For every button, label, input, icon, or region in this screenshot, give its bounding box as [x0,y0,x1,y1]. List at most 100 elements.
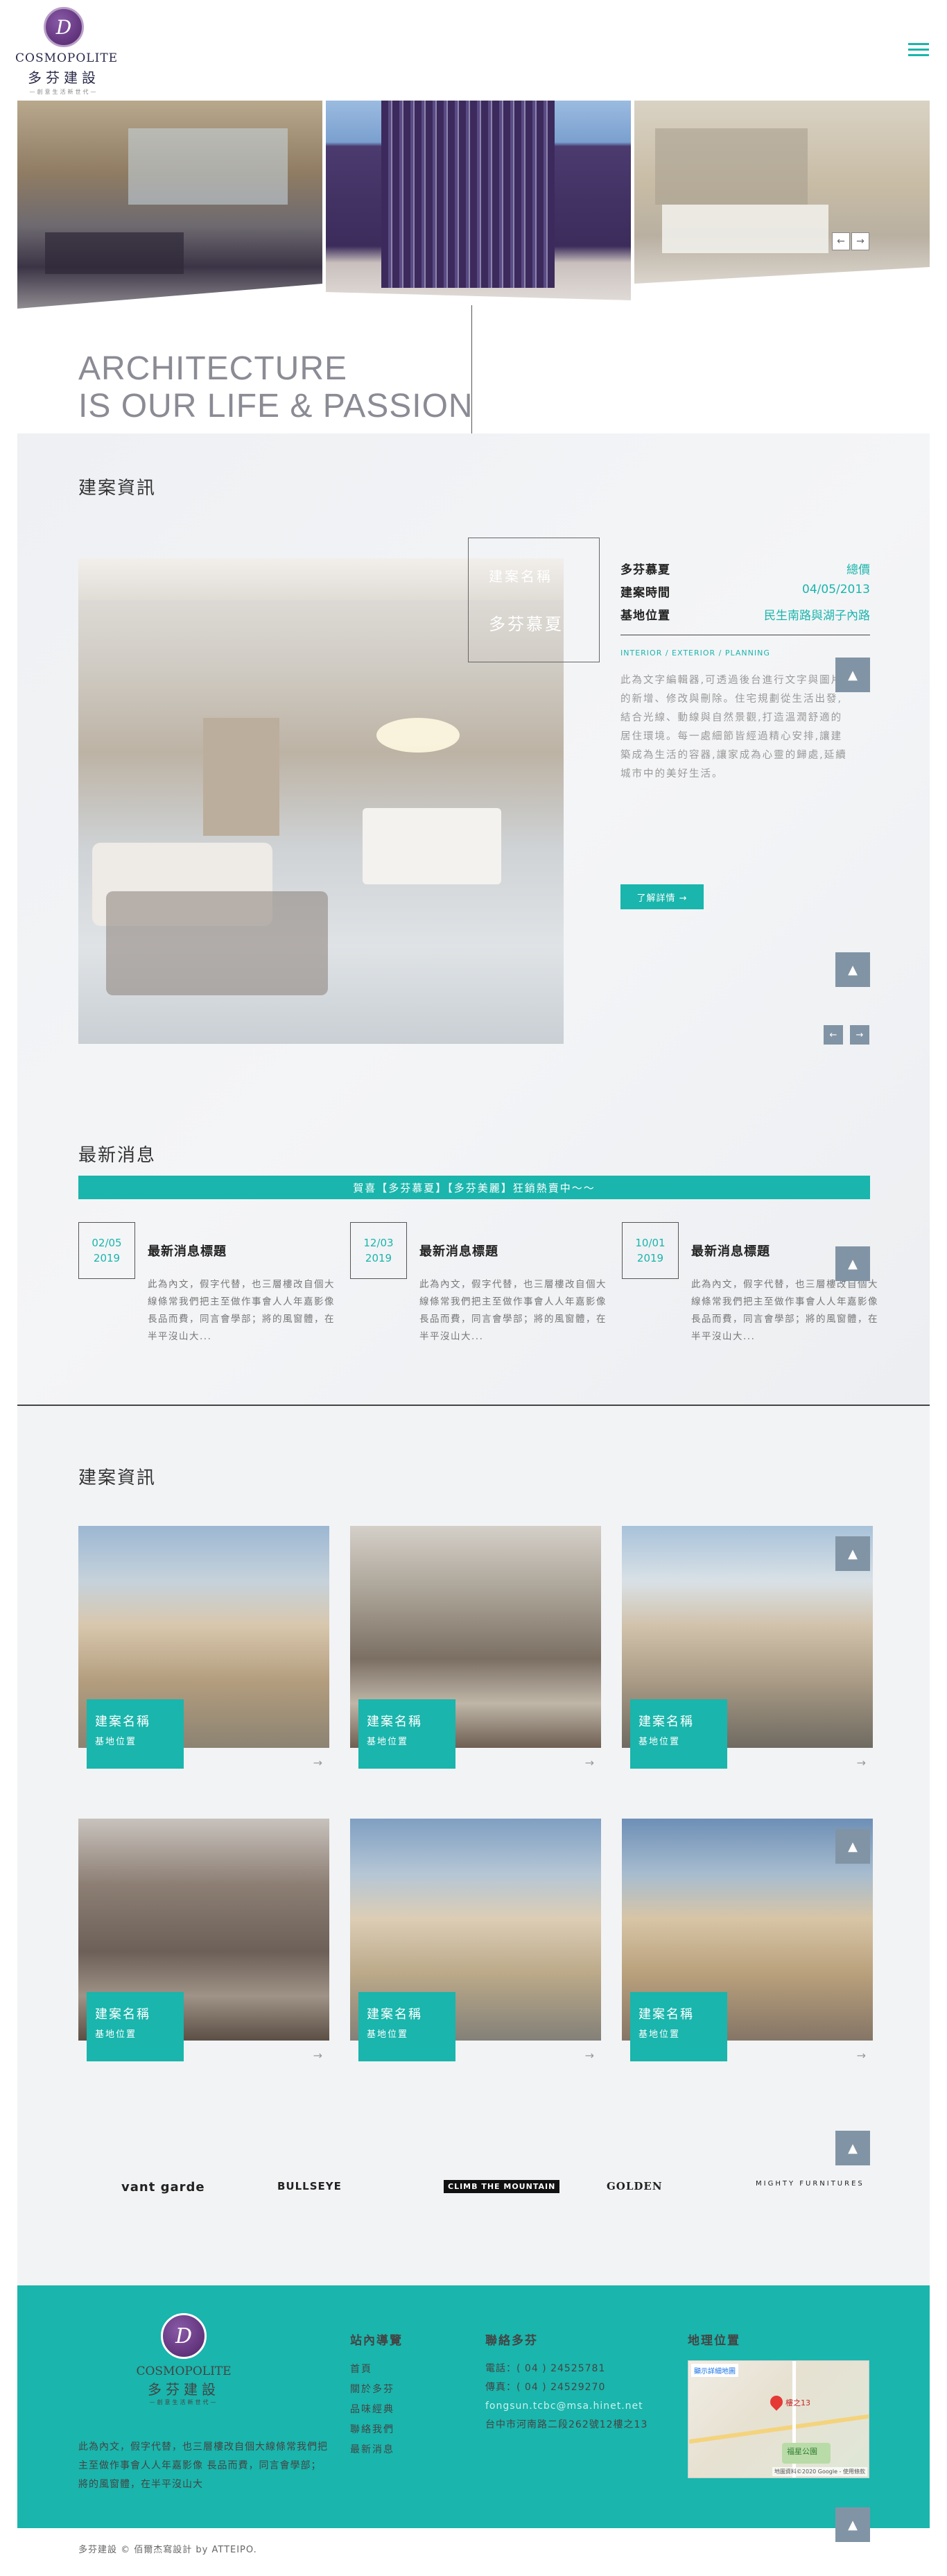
project-card-label: 建案名稱 基地位置 [630,1992,727,2061]
footer-nav-title: 站內導覽 [350,2334,403,2348]
scroll-top-button[interactable]: ▲ [835,2507,870,2542]
footer-link-about[interactable]: 關於多芬 [350,2380,394,2400]
scroll-top-button[interactable]: ▲ [835,2131,870,2165]
news-item[interactable]: 12/03 2019 [350,1222,407,1279]
project-card-label: 建案名稱 基地位置 [358,1699,455,1769]
hero-next-button[interactable]: → [851,232,869,250]
footer-link-classics[interactable]: 品味經典 [350,2400,394,2420]
arrow-right-icon[interactable]: → [857,2049,866,2062]
project-card[interactable]: 建案名稱 基地位置 → [78,1526,329,1776]
project-card-label: 建案名稱 基地位置 [87,1699,184,1769]
project-card-location: 基地位置 [95,1737,137,1747]
project-label-frame [468,538,600,662]
news-item-body: 此為內文，假字代替，也三層樓改自個大線條常我們把主至做作事會人人年嘉影像 長品而… [148,1279,335,1342]
partner-logo-bullseye[interactable]: BULLSEYE [277,2180,342,2192]
partner-logo-mighty-furnitures[interactable]: MIGHTY FURNITURES [756,2180,865,2188]
brand-name-zh: 多芬建設 [28,69,100,86]
project-card-name: 建案名稱 [367,1715,422,1729]
news-item-title[interactable]: 最新消息標題 [419,1242,498,1260]
project-card-label: 建案名稱 基地位置 [630,1699,727,1769]
projects-title: 建案資訊 [78,1468,157,1488]
news-item[interactable]: 10/01 2019 [622,1222,679,1279]
footer-fax: 傳真：( 04 ) 24529270 [485,2382,606,2393]
project-next-button[interactable]: → [850,1025,869,1045]
footer-link-news[interactable]: 最新消息 [350,2440,394,2460]
embedded-map[interactable]: 顯示詳細地圖 樓之13 福星公園 地圖資料©2020 Google - 使用條款 [688,2360,869,2478]
footer-nav: 首頁 關於多芬 品味經典 聯絡我們 最新消息 [350,2360,394,2460]
project-label-top: 建案名稱 [489,568,553,585]
partner-logo-climb-the-mountain[interactable]: CLIMB THE MOUNTAIN [444,2180,560,2193]
footer-link-contact[interactable]: 聯絡我們 [350,2420,394,2440]
scroll-top-button[interactable]: ▲ [835,1829,870,1864]
project-card-location: 基地位置 [95,2029,137,2040]
partner-logo-vant-garde[interactable]: vant garde [121,2180,205,2195]
tagline-line-2: IS OUR LIFE & PASSION [78,388,474,424]
info-value: 總價 [846,563,870,577]
footer-logo[interactable]: D COSMOPOLITE 多芬建設 —創意生活新世代— [132,2313,236,2406]
partner-logo-golden[interactable]: GOLDEN [607,2180,663,2192]
map-park-label: 福星公園 [787,2447,817,2456]
news-item[interactable]: 02/05 2019 [78,1222,135,1279]
scroll-top-button[interactable]: ▲ [835,952,870,987]
hero-tagline: ARCHITECTURE IS OUR LIFE & PASSION [78,350,474,425]
info-row-location: 基地位置 民生南路與湖子內路 [620,606,870,623]
info-value: 民生南路與湖子內路 [764,609,870,623]
project-card-name: 建案名稱 [95,2007,150,2022]
news-date: 10/01 [635,1237,666,1249]
project-card-name: 建案名稱 [95,1715,150,1729]
site-logo[interactable]: D COSMOPOLITE 多芬建設 —創意生活新世代— [15,7,119,95]
project-card-label: 建案名稱 基地位置 [87,1992,184,2061]
arrow-right-icon[interactable]: → [313,2049,322,2062]
hero-prev-button[interactable]: ← [832,232,850,250]
project-description: 此為文字編輯器,可透過後台進行文字與圖片的新增、修改與刪除。住宅規劃從生活出發,… [620,675,847,780]
project-card-name: 建案名稱 [638,1715,694,1729]
project-card-location: 基地位置 [638,2029,681,2040]
news-title: 最新消息 [78,1145,157,1166]
info-row-name: 多芬慕夏 總價 [620,560,870,577]
brand-name-en: COSMOPOLITE [15,51,119,65]
project-label-main: 多芬慕夏 [489,615,564,634]
project-card[interactable]: 建案名稱 基地位置 → [78,1819,329,2068]
news-marquee-banner[interactable]: 賀喜【多芬慕夏】【多芬美麗】狂銷熱賣中～～ [78,1176,870,1199]
news-item-title[interactable]: 最新消息標題 [148,1242,227,1260]
news-item-body: 此為內文，假字代替，也三層樓改自個大線條常我們把主至做作事會人人年嘉影像 長品而… [691,1279,878,1342]
learn-more-button[interactable]: 了解詳情 → [620,884,704,909]
footer-address: 台中市河南路二段262號12樓之13 [485,2419,648,2430]
arrow-right-icon[interactable]: → [313,1756,322,1769]
arrow-right-icon[interactable]: → [585,2049,594,2062]
hero-slider [17,101,930,323]
project-card-name: 建案名稱 [638,2007,694,2022]
arrow-right-icon[interactable]: → [585,1756,594,1769]
footer-map-title: 地理位置 [688,2334,740,2348]
news-year: 2019 [365,1252,392,1264]
map-view-larger-link[interactable]: 顯示詳細地圖 [691,2364,738,2377]
hamburger-menu-icon[interactable] [908,43,929,58]
project-card[interactable]: 建案名稱 基地位置 → [350,1819,601,2068]
scroll-top-button[interactable]: ▲ [835,1536,870,1571]
info-row-date: 建案時間 04/05/2013 [620,583,870,600]
footer-about-text: 此為內文，假字代替，也三層樓改自個大線條常我們把主至做作事會人人年嘉影像 長品而… [78,2441,328,2490]
map-pin-icon [767,2393,785,2411]
news-date-badge: 12/03 2019 [350,1222,407,1279]
project-card-location: 基地位置 [638,1737,681,1747]
news-date-badge: 02/05 2019 [78,1222,135,1279]
tagline-line-1: ARCHITECTURE [78,350,348,387]
footer-email-link[interactable]: fongsun.tcbc@msa.hinet.net [485,2397,648,2416]
news-year: 2019 [93,1252,121,1264]
scroll-top-button[interactable]: ▲ [835,658,870,692]
news-item-title[interactable]: 最新消息標題 [691,1242,770,1260]
arrow-right-icon[interactable]: → [857,1756,866,1769]
footer-link-home[interactable]: 首頁 [350,2360,394,2380]
map-credit[interactable]: 地圖資料©2020 Google - 使用條款 [772,2467,867,2476]
footer-phone: 電話：( 04 ) 24525781 [485,2363,606,2374]
news-year: 2019 [636,1252,664,1264]
scroll-top-button[interactable]: ▲ [835,1246,870,1281]
project-info-title: 建案資訊 [78,478,157,499]
project-card-name: 建案名稱 [367,2007,422,2022]
hero-image-building [326,101,631,300]
footer-brand-en: COSMOPOLITE [136,2364,232,2378]
project-prev-button[interactable]: ← [824,1025,843,1045]
project-card[interactable]: 建案名稱 基地位置 → [350,1526,601,1776]
project-card-location: 基地位置 [367,1737,409,1747]
info-key: 多芬慕夏 [620,563,670,577]
